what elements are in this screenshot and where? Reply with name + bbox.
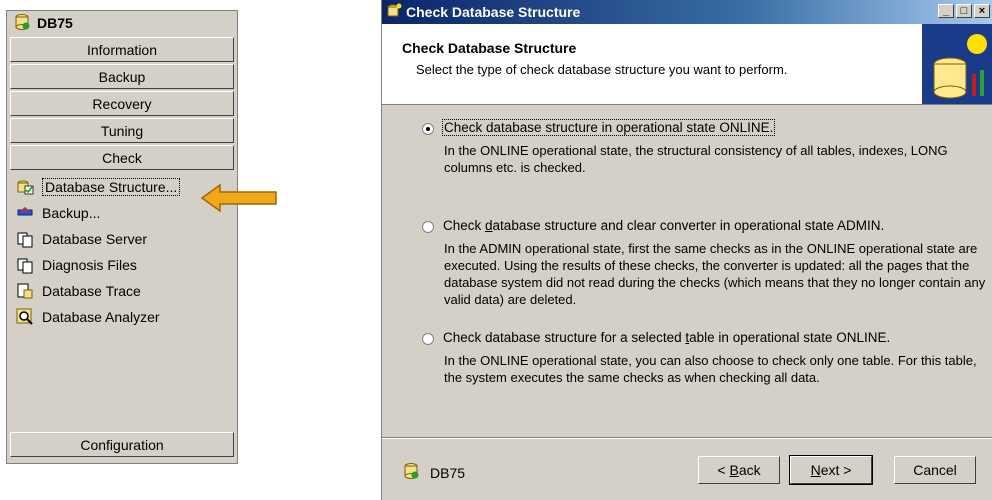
- pointer-arrow-icon: [200, 183, 277, 213]
- option-description: In the ONLINE operational state, the str…: [444, 143, 948, 175]
- db-name: DB75: [37, 15, 73, 31]
- wizard-header: Check Database Structure Select the type…: [382, 24, 992, 105]
- option-label[interactable]: Check database structure in operational …: [442, 119, 776, 136]
- minimize-button[interactable]: _: [938, 4, 954, 18]
- back-button[interactable]: < Back: [698, 456, 780, 484]
- db-check-icon: [16, 178, 34, 196]
- nav-information-button[interactable]: Information: [10, 37, 234, 62]
- configuration-button[interactable]: Configuration: [10, 432, 234, 457]
- option-admin[interactable]: Check database structure and clear conve…: [422, 218, 992, 330]
- window-title: Check Database Structure: [406, 4, 581, 20]
- maximize-button[interactable]: □: [956, 4, 972, 18]
- options-group: Check database structure in operational …: [422, 119, 992, 410]
- radio-table[interactable]: [422, 333, 434, 345]
- option-online[interactable]: Check database structure in operational …: [422, 119, 992, 218]
- subitem-database-trace[interactable]: Database Trace: [10, 278, 234, 304]
- option-label-prefix: Check: [443, 218, 486, 233]
- option-label-accesskey: d: [485, 218, 493, 233]
- database-icon: [402, 462, 420, 483]
- option-description: In the ONLINE operational state, you can…: [444, 353, 977, 385]
- nav-tuning-button[interactable]: Tuning: [10, 118, 234, 143]
- back-accesskey: B: [729, 462, 739, 478]
- subitem-label: Database Trace: [42, 283, 141, 299]
- database-icon: [13, 13, 31, 34]
- option-label[interactable]: Check database structure for a selected …: [443, 330, 890, 345]
- footer-separator: [382, 437, 992, 439]
- wizard-icon: [386, 3, 402, 22]
- subitem-label: Database Structure...: [42, 178, 181, 196]
- check-database-structure-dialog: Check Database Structure _ □ × Check Dat…: [381, 0, 992, 500]
- close-button[interactable]: ×: [974, 4, 990, 18]
- subitem-diagnosis-files[interactable]: Diagnosis Files: [10, 252, 234, 278]
- server-icon: [16, 230, 34, 248]
- radio-online[interactable]: [422, 123, 434, 135]
- trace-icon: [16, 282, 34, 300]
- subitem-database-server[interactable]: Database Server: [10, 226, 234, 252]
- header-title: Check Database Structure: [402, 40, 577, 56]
- database-wizard-logo-icon: [922, 24, 992, 104]
- option-table[interactable]: Check database structure for a selected …: [422, 330, 992, 410]
- next-button[interactable]: Next >: [789, 455, 873, 485]
- db-header[interactable]: DB75: [7, 11, 237, 35]
- footer-db: DB75: [402, 462, 465, 483]
- diagnosis-icon: [16, 256, 34, 274]
- nav-recovery-button[interactable]: Recovery: [10, 91, 234, 116]
- cancel-button[interactable]: Cancel: [894, 456, 976, 484]
- nav-check-button[interactable]: Check: [10, 145, 234, 170]
- option-label-rest: able in operational state ONLINE.: [689, 330, 891, 345]
- title-bar[interactable]: Check Database Structure _ □ ×: [382, 0, 992, 24]
- subitem-database-analyzer[interactable]: Database Analyzer: [10, 304, 234, 330]
- radio-admin[interactable]: [422, 221, 434, 233]
- footer-db-name: DB75: [430, 464, 466, 481]
- option-label-prefix: Check database structure for a selected: [443, 330, 686, 345]
- option-label[interactable]: Check database structure and clear conve…: [443, 218, 884, 233]
- window-controls: _ □ ×: [938, 4, 990, 18]
- subitem-label: Diagnosis Files: [42, 257, 137, 273]
- subitem-label: Database Server: [42, 231, 148, 247]
- option-label-rest: atabase structure and clear converter in…: [492, 218, 885, 233]
- navigation-panel: DB75 Information Backup Recovery Tuning …: [6, 10, 238, 464]
- next-accesskey: N: [810, 462, 821, 478]
- subitem-label: Database Analyzer: [42, 309, 160, 325]
- backup-icon: [16, 204, 34, 222]
- analyzer-icon: [16, 308, 34, 326]
- config-area: Configuration: [10, 432, 234, 457]
- option-description: In the ADMIN operational state, first th…: [444, 241, 986, 307]
- subitem-label: Backup...: [42, 205, 101, 221]
- nav-backup-button[interactable]: Backup: [10, 64, 234, 89]
- header-subtitle: Select the type of check database struct…: [416, 62, 788, 77]
